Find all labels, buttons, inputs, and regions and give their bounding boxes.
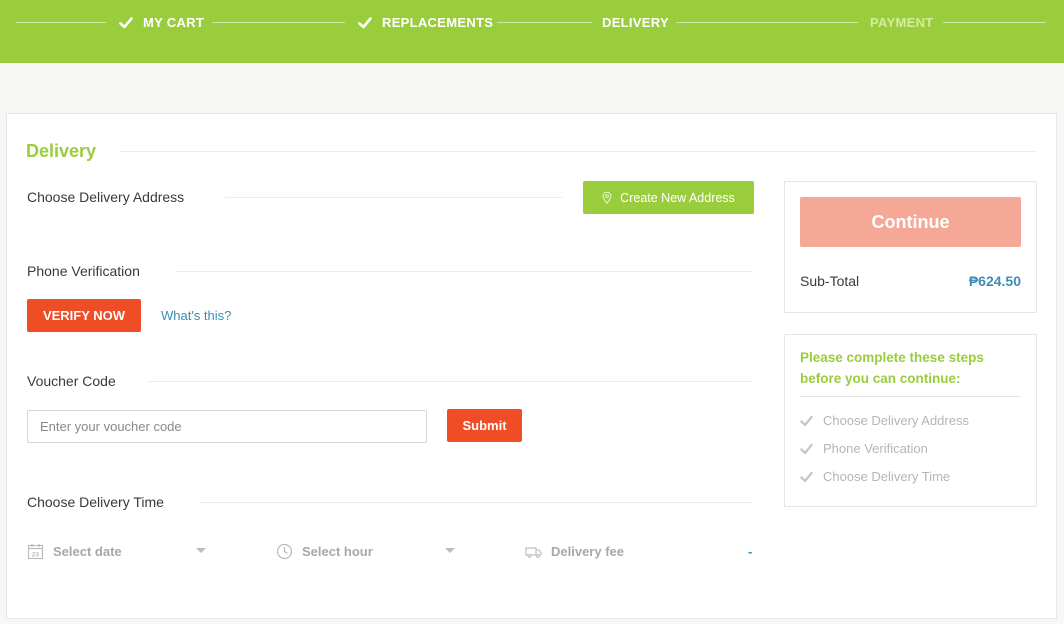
check-icon <box>800 415 813 427</box>
progress-line <box>497 22 592 23</box>
progress-line <box>676 22 858 23</box>
title-divider <box>121 151 1036 152</box>
check-icon <box>358 16 372 30</box>
progress-line <box>16 22 106 23</box>
continue-button[interactable]: Continue <box>800 197 1021 247</box>
verify-now-button[interactable]: VERIFY NOW <box>27 299 141 332</box>
step-label: REPLACEMENTS <box>382 15 494 30</box>
required-step-item: Choose Delivery Address <box>800 413 969 428</box>
map-pin-icon <box>602 191 612 204</box>
calendar-icon: 23 <box>27 543 44 560</box>
create-new-address-label: Create New Address <box>620 190 735 205</box>
select-hour-dropdown[interactable]: Select hour <box>276 539 373 563</box>
voucher-code-label: Voucher Code <box>27 373 116 389</box>
steps-divider <box>800 396 1021 397</box>
select-date-label: Select date <box>53 543 122 559</box>
chevron-down-icon[interactable] <box>445 548 455 553</box>
step-replacements[interactable]: REPLACEMENTS <box>358 15 493 30</box>
progress-line <box>943 22 1046 23</box>
required-steps-box: Please complete these steps before you c… <box>784 334 1037 507</box>
whats-this-link[interactable]: What's this? <box>161 308 231 323</box>
checkout-progress-bar: MY CART REPLACEMENTS DELIVERY PAYMENT <box>0 0 1064 63</box>
required-step-item: Phone Verification <box>800 441 928 456</box>
select-date-dropdown[interactable]: 23 Select date <box>27 539 122 563</box>
required-step-label: Phone Verification <box>823 441 928 456</box>
calendar-day: 23 <box>32 551 40 558</box>
required-step-item: Choose Delivery Time <box>800 469 950 484</box>
step-payment: PAYMENT <box>870 15 934 30</box>
required-step-label: Choose Delivery Time <box>823 469 951 484</box>
subtotal-value: ₱624.50 <box>968 273 1021 289</box>
delivery-time-label: Choose Delivery Time <box>27 494 164 510</box>
section-divider <box>199 502 753 503</box>
progress-line <box>212 22 345 23</box>
phone-verification-label: Phone Verification <box>27 263 140 279</box>
required-steps-heading: Please complete these steps before you c… <box>800 350 984 386</box>
check-icon <box>800 443 813 455</box>
required-step-label: Choose Delivery Address <box>823 413 969 428</box>
delivery-fee-value: - <box>748 544 753 559</box>
select-hour-label: Select hour <box>302 543 373 559</box>
clock-icon <box>276 543 293 560</box>
step-label: DELIVERY <box>602 15 669 30</box>
check-icon <box>800 471 813 483</box>
step-my-cart[interactable]: MY CART <box>119 15 204 30</box>
step-label: MY CART <box>143 15 205 30</box>
delivery-address-label: Choose Delivery Address <box>27 189 185 205</box>
create-new-address-button[interactable]: Create New Address <box>583 181 754 214</box>
section-divider <box>148 381 753 382</box>
delivery-fee-label: Delivery fee <box>551 543 624 559</box>
order-summary-box: Continue Sub-Total ₱624.50 <box>784 181 1037 313</box>
check-icon <box>119 16 133 30</box>
chevron-down-icon[interactable] <box>196 548 206 553</box>
section-divider <box>177 271 753 272</box>
subtotal-label: Sub-Total <box>800 273 860 289</box>
step-label: PAYMENT <box>870 15 934 30</box>
delivery-card: Delivery Choose Delivery Address Create … <box>6 113 1057 619</box>
delivery-fee: Delivery fee <box>525 539 624 563</box>
section-divider <box>225 197 562 198</box>
page-title: Delivery <box>26 141 97 161</box>
truck-icon <box>525 543 542 560</box>
step-delivery: DELIVERY <box>602 15 669 30</box>
voucher-submit-button[interactable]: Submit <box>447 409 522 442</box>
voucher-code-input[interactable] <box>27 410 427 443</box>
